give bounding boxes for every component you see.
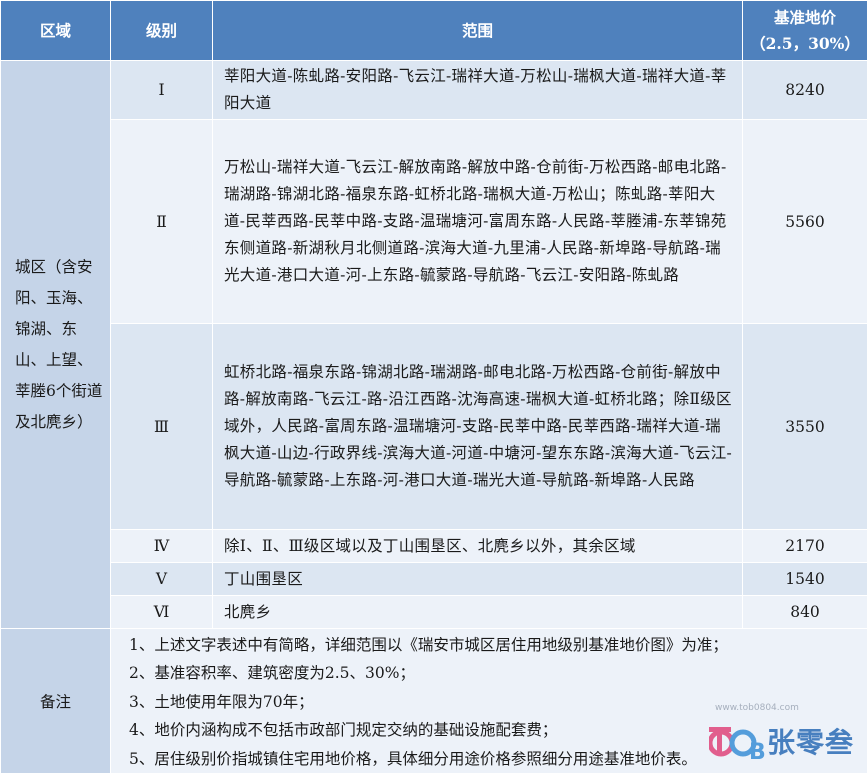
price-cell: 2170 [743,530,867,563]
land-price-table: 区域 级别 范围 基准地价 （2.5，30%） 城区（含安阳、玉海、锦湖、东山、… [0,0,867,774]
price-cell: 3550 [743,324,867,530]
level-cell: Ⅲ [111,324,213,530]
price-cell: 5560 [743,120,867,324]
header-price: 基准地价 （2.5，30%） [743,1,867,61]
price-cell: 8240 [743,61,867,120]
level-cell: Ⅰ [111,61,213,120]
range-cell: 丁山围垦区 [213,563,743,596]
table-row-level-4: Ⅳ 除Ⅰ、Ⅱ、Ⅲ级区域以及丁山围垦区、北麂乡以外，其余区域 2170 [1,530,867,563]
note-line-1: 1、上述文字表述中有简略，详细范围以《瑞安市城区居住用地级别基准地价图》为准； [129,631,857,659]
svg-text:B: B [749,740,765,765]
header-region: 区域 [1,1,111,61]
price-cell: 1540 [743,563,867,596]
level-cell: Ⅱ [111,120,213,324]
range-cell: 北麂乡 [213,596,743,629]
range-cell: 万松山-瑞祥大道-飞云江-解放南路-解放中路-仓前街-万松西路-邮电北路-瑞湖路… [213,120,743,324]
range-cell: 莘阳大道-陈虬路-安阳路-飞云江-瑞祥大道-万松山-瑞枫大道-瑞祥大道-莘阳大道 [213,61,743,120]
header-price-subtitle: （2.5，30%） [743,31,867,57]
table-row-level-6: Ⅵ 北麂乡 840 [1,596,867,629]
header-price-title: 基准地价 [743,5,867,31]
header-level: 级别 [111,1,213,61]
header-row: 区域 级别 范围 基准地价 （2.5，30%） [1,1,867,61]
level-cell: Ⅵ [111,596,213,629]
level-cell: Ⅴ [111,563,213,596]
price-cell: 840 [743,596,867,629]
tob-logo-icon: B [709,719,765,765]
range-cell: 虹桥北路-福泉东路-锦湖北路-瑞湖路-邮电北路-万松西路-仓前街-解放中路-解放… [213,324,743,530]
note-line-2: 2、基准容积率、建筑密度为2.5、30%； [129,659,857,687]
table-row-level-1: 城区（含安阳、玉海、锦湖、东山、上望、莘塍6个街道及北麂乡） Ⅰ 莘阳大道-陈虬… [1,61,867,120]
header-range: 范围 [213,1,743,61]
range-cell: 除Ⅰ、Ⅱ、Ⅲ级区域以及丁山围垦区、北麂乡以外，其余区域 [213,530,743,563]
table-row-level-5: Ⅴ 丁山围垦区 1540 [1,563,867,596]
table-row-level-2: Ⅱ 万松山-瑞祥大道-飞云江-解放南路-解放中路-仓前街-万松西路-邮电北路-瑞… [1,120,867,324]
watermark-text: 张零叁 [767,721,854,761]
site-watermark: B www.tob0804.com 张零叁 [709,717,859,767]
region-cell: 城区（含安阳、玉海、锦湖、东山、上望、莘塍6个街道及北麂乡） [1,61,111,629]
watermark-url: www.tob0804.com [715,703,799,713]
table-row-level-3: Ⅲ 虹桥北路-福泉东路-锦湖北路-瑞湖路-邮电北路-万松西路-仓前街-解放中路-… [1,324,867,530]
notes-label: 备注 [1,629,111,774]
level-cell: Ⅳ [111,530,213,563]
